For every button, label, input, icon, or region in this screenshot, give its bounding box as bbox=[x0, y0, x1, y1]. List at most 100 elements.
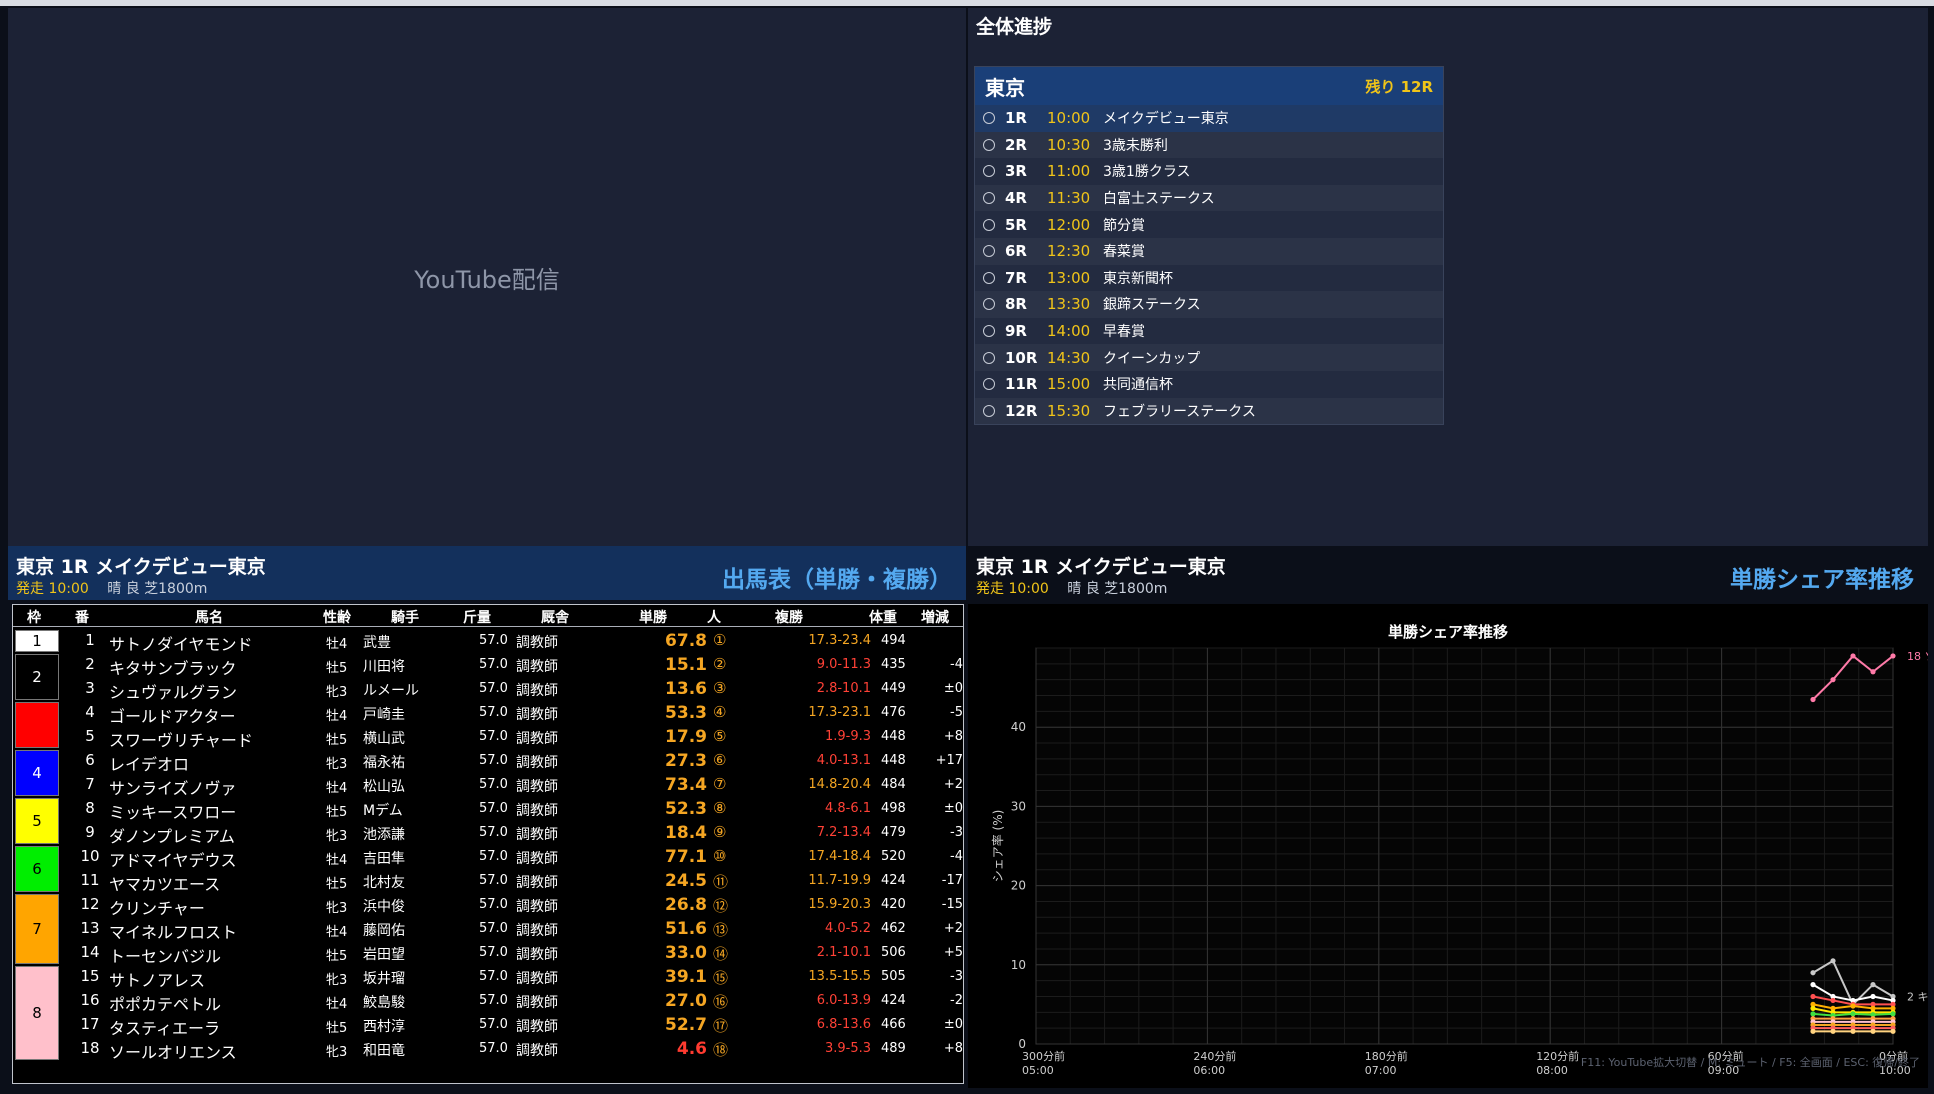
table-row[interactable]: 6 レイデオロ 牝3 福永祐 57.0 調教師 27.3 ⑥ 4.0-13.1 448 +17 bbox=[13, 749, 963, 774]
race-number: 5R bbox=[1005, 215, 1027, 234]
carried-weight: 57.0 bbox=[479, 753, 508, 768]
race-number: 2R bbox=[1005, 135, 1027, 154]
popularity: ⑧ bbox=[713, 799, 727, 817]
race-row[interactable]: 8R 13:30 銀蹄ステークス bbox=[975, 291, 1443, 318]
table-row[interactable]: 5 スワーヴリチャード 牡5 横山武 57.0 調教師 17.9 ⑤ 1.9-9.3 448 +8 bbox=[13, 725, 963, 750]
table-row[interactable]: 8 ミッキースワロー 牡5 Mデム 57.0 調教師 52.3 ⑧ 4.8-6.1 498 ±0 bbox=[13, 797, 963, 822]
race-number: 4R bbox=[1005, 189, 1027, 208]
place-odds: 4.0-5.2 bbox=[824, 921, 871, 936]
sex-age: 牡4 bbox=[326, 853, 348, 868]
table-row[interactable]: 4 ゴールドアクター 牡4 戸崎圭 57.0 調教師 53.3 ④ 17.3-23.1 476 -5 bbox=[13, 701, 963, 726]
share-chart-panel: 0 10 20 30 40 300分前 05:00 240分前 06:00 180分前 07:00 1… bbox=[968, 604, 1934, 1088]
carried-weight: 57.0 bbox=[479, 729, 508, 744]
horse-number: 11 bbox=[80, 871, 100, 889]
weight-diff: -2 bbox=[950, 993, 963, 1008]
sex-age: 牡4 bbox=[326, 709, 348, 724]
carried-weight: 57.0 bbox=[479, 969, 508, 984]
race-row[interactable]: 6R 12:30 春菜賞 bbox=[975, 237, 1443, 265]
data-point bbox=[1830, 677, 1836, 683]
data-point bbox=[1830, 1028, 1836, 1034]
youtube-video-panel[interactable]: YouTube配信 bbox=[8, 8, 966, 546]
sex-age: 牝3 bbox=[326, 757, 348, 772]
jockey-name: 藤岡佑 bbox=[363, 923, 405, 939]
start-time: 発走 10:00 bbox=[976, 581, 1049, 597]
plot-area bbox=[1035, 647, 1894, 1045]
table-row[interactable]: 3 シュヴァルグラン 牝3 ルメール 57.0 調教師 13.6 ③ 2.8-10.1 449 ±0 bbox=[13, 677, 963, 702]
win-odds: 13.6 bbox=[665, 679, 707, 699]
trainer-name: 調教師 bbox=[516, 851, 558, 867]
race-name: メイクデビュー東京 bbox=[1103, 111, 1229, 128]
jockey-name: 鮫島駿 bbox=[363, 995, 405, 1011]
table-row[interactable]: 16 ポポカテペトル 牡4 鮫島駿 57.0 調教師 27.0 ⑯ 6.0-13.9 424 -2 bbox=[13, 989, 963, 1014]
jockey-name: ルメール bbox=[363, 683, 419, 699]
race-row[interactable]: 5R 12:00 節分賞 bbox=[975, 211, 1443, 238]
entries-table: 枠 番 馬名 性齢 騎手 斤量 厩舎 単勝 人 複勝 体重 増減 1234567… bbox=[12, 604, 964, 1084]
table-row[interactable]: 18 ソールオリエンス 牝3 和田竜 57.0 調教師 4.6 ⑱ 3.9-5.3 489 +8 bbox=[13, 1037, 963, 1062]
trainer-name: 調教師 bbox=[516, 731, 558, 747]
table-row[interactable]: 12 クリンチャー 牝3 浜中俊 57.0 調教師 26.8 ⑫ 15.9-20.3 420 -15 bbox=[13, 893, 963, 918]
status-circle-icon bbox=[983, 218, 995, 231]
win-odds: 4.6 bbox=[676, 1039, 707, 1059]
table-row[interactable]: 10 アドマイヤデウス 牡4 吉田隼 57.0 調教師 77.1 ⑩ 17.4-18.4 520 -… bbox=[13, 845, 963, 870]
table-row[interactable]: 9 ダノンプレミアム 牝3 池添謙 57.0 調教師 18.4 ⑨ 7.2-13.4 479 -3 bbox=[13, 821, 963, 846]
remaining-races-badge: 残り 12R bbox=[1365, 77, 1433, 96]
entries-header: 東京 1R メイクデビュー東京 発走 10:00 晴 良 芝1800m 出馬表（… bbox=[8, 546, 966, 600]
horse-number: 18 bbox=[80, 1039, 100, 1057]
horse-number: 4 bbox=[85, 703, 95, 721]
data-point bbox=[1850, 653, 1856, 659]
table-row[interactable]: 1 サトノダイヤモンド 牡4 武豊 57.0 調教師 67.8 ① 17.3-23.4 494 bbox=[13, 629, 963, 654]
place-odds: 15.9-20.3 bbox=[808, 897, 871, 912]
race-subinfo: 発走 10:00 晴 良 芝1800m bbox=[16, 578, 207, 598]
data-point bbox=[1890, 1011, 1896, 1017]
status-circle-icon bbox=[983, 112, 995, 125]
jockey-name: 松山弘 bbox=[363, 779, 405, 795]
race-row[interactable]: 7R 13:00 東京新聞杯 bbox=[975, 265, 1443, 292]
race-name: 3歳未勝利 bbox=[1103, 137, 1168, 154]
body-weight: 506 bbox=[881, 945, 906, 960]
data-point bbox=[1810, 1005, 1816, 1011]
win-odds: 52.7 bbox=[665, 1015, 707, 1035]
race-row[interactable]: 2R 10:30 3歳未勝利 bbox=[975, 131, 1443, 159]
race-row[interactable]: 1R 10:00 メイクデビュー東京 bbox=[975, 105, 1443, 132]
table-row[interactable]: 2 キタサンブラック 牡5 川田将 57.0 調教師 15.1 ② 9.0-11.3 435 -4 bbox=[13, 653, 963, 678]
sex-age: 牡5 bbox=[326, 949, 348, 964]
place-odds: 9.0-11.3 bbox=[816, 657, 871, 672]
table-row[interactable]: 15 サトノアレス 牝3 坂井瑠 57.0 調教師 39.1 ⑮ 13.5-15.5 505 -3 bbox=[13, 965, 963, 990]
trainer-name: 調教師 bbox=[516, 875, 558, 891]
table-row[interactable]: 14 トーセンバジル 牡5 岩田望 57.0 調教師 33.0 ⑭ 2.1-10.1 506 +5 bbox=[13, 941, 963, 966]
data-point bbox=[1870, 669, 1876, 675]
horse-name: アドマイヤデウス bbox=[109, 851, 237, 870]
data-point bbox=[1830, 997, 1836, 1004]
body-weight: 424 bbox=[881, 993, 906, 1008]
status-circle-icon bbox=[983, 351, 995, 364]
race-time: 11:30 bbox=[1047, 189, 1091, 208]
share-page-title: 単勝シェア率推移 bbox=[1730, 567, 1914, 593]
body-weight: 449 bbox=[881, 681, 906, 696]
horse-name: ダノンプレミアム bbox=[109, 827, 235, 846]
carried-weight: 57.0 bbox=[479, 777, 508, 792]
race-row[interactable]: 11R 15:00 共同通信杯 bbox=[975, 371, 1443, 398]
data-point bbox=[1810, 982, 1816, 988]
popularity: ① bbox=[713, 631, 727, 649]
race-name: 銀蹄ステークス bbox=[1103, 297, 1201, 314]
table-row[interactable]: 7 サンライズノヴァ 牡4 松山弘 57.0 調教師 73.4 ⑦ 14.8-20.4 484 +2 bbox=[13, 773, 963, 798]
popularity: ⑬ bbox=[713, 921, 729, 939]
table-row[interactable]: 13 マイネルフロスト 牡4 藤岡佑 57.0 調教師 51.6 ⑬ 4.0-5.2 462 +2 bbox=[13, 917, 963, 942]
horse-name: ヤマカツエース bbox=[109, 875, 221, 894]
race-row[interactable]: 4R 11:30 白富士ステークス bbox=[975, 184, 1443, 212]
table-row[interactable]: 17 タスティエーラ 牡5 西村淳 57.0 調教師 52.7 ⑰ 6.8-13.6 466 ±0 bbox=[13, 1013, 963, 1038]
horse-name: トーセンバジル bbox=[109, 947, 222, 966]
popularity: ⑪ bbox=[713, 873, 729, 891]
carried-weight: 57.0 bbox=[479, 825, 508, 840]
race-row[interactable]: 3R 11:00 3歳1勝クラス bbox=[975, 158, 1443, 185]
race-row[interactable]: 12R 15:30 フェブラリーステークス bbox=[975, 397, 1443, 425]
body-weight: 466 bbox=[881, 1017, 906, 1032]
horse-name: スワーヴリチャード bbox=[109, 731, 253, 750]
carried-weight: 57.0 bbox=[479, 897, 508, 912]
weight-diff: +8 bbox=[943, 729, 963, 744]
race-row[interactable]: 10R 14:30 クイーンカップ bbox=[975, 344, 1443, 371]
table-row[interactable]: 11 ヤマカツエース 牡5 北村友 57.0 調教師 24.5 ⑪ 11.7-19.9 424 -1… bbox=[13, 869, 963, 894]
place-odds: 14.8-20.4 bbox=[808, 777, 871, 792]
race-row[interactable]: 9R 14:00 早春賞 bbox=[975, 318, 1443, 345]
col-place: 複勝 bbox=[775, 610, 803, 626]
